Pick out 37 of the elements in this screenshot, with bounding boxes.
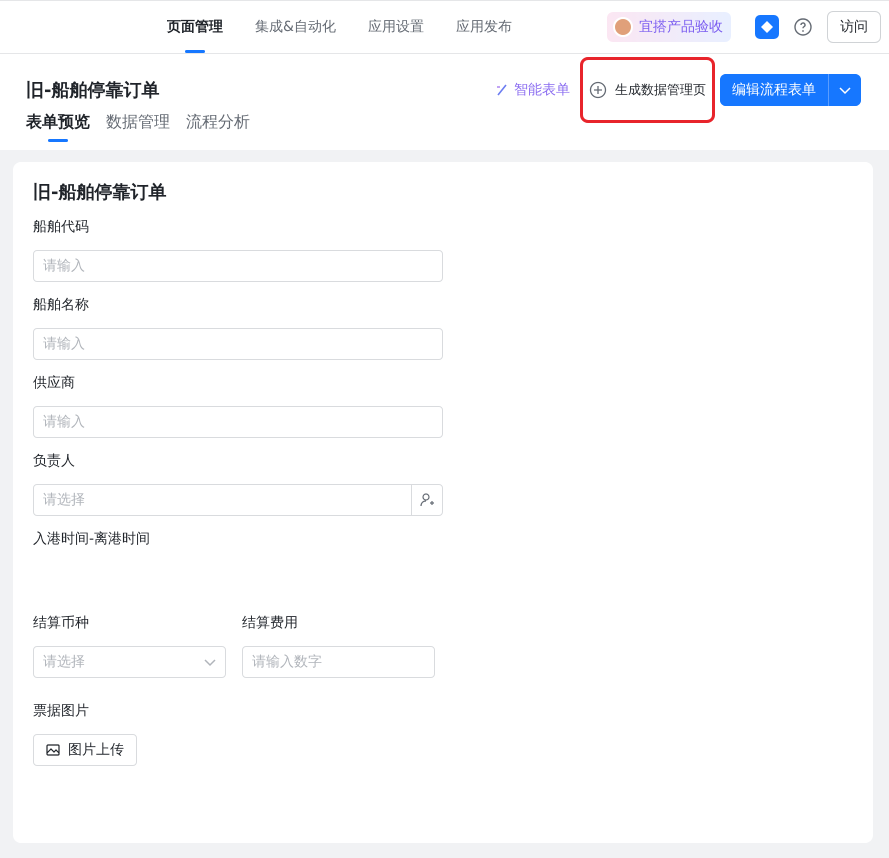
page-tab[interactable]: 表单预览 xyxy=(26,106,90,142)
smart-form-link[interactable]: 智能表单 xyxy=(496,81,570,99)
generate-data-page-button[interactable]: 生成数据管理页 xyxy=(580,57,715,123)
help-icon[interactable] xyxy=(793,17,813,37)
field-label: 结算币种 xyxy=(33,614,90,633)
field-label: 入港时间-离港时间 xyxy=(33,530,152,549)
form-title: 旧-船舶停靠订单 xyxy=(33,181,168,204)
field-label: 票据图片 xyxy=(33,702,90,721)
field-label: 供应商 xyxy=(33,374,76,393)
page-tab[interactable]: 数据管理 xyxy=(106,106,170,142)
field-label: 负责人 xyxy=(33,452,76,471)
upload-button[interactable]: 图片上传 xyxy=(33,734,137,766)
product-badge[interactable]: 宜搭产品验收 xyxy=(607,12,731,42)
page-tab[interactable]: 流程分析 xyxy=(186,106,250,142)
avatar-icon xyxy=(613,17,633,37)
nav-tab[interactable]: 页面管理 xyxy=(167,1,223,53)
badge-text: 宜搭产品验收 xyxy=(639,18,723,36)
field-label: 船舶代码 xyxy=(33,218,90,237)
add-person-icon xyxy=(419,492,435,508)
visit-button[interactable]: 访问 xyxy=(827,11,881,43)
field-label: 船舶名称 xyxy=(33,296,90,315)
select-field[interactable]: 请选择 xyxy=(33,646,226,678)
edit-form-button[interactable]: 编辑流程表单 xyxy=(720,74,829,106)
input-field[interactable]: 请输入 xyxy=(33,328,443,360)
image-icon xyxy=(46,743,60,757)
app-logo-icon[interactable] xyxy=(755,15,779,39)
plus-circle-icon xyxy=(589,81,607,99)
nav-tab[interactable]: 集成&自动化 xyxy=(255,1,336,53)
nav-tab[interactable]: 应用设置 xyxy=(368,1,424,53)
person-select-field[interactable]: 请选择 xyxy=(33,484,443,516)
field-label: 结算费用 xyxy=(242,614,299,633)
page-title: 旧-船舶停靠订单 xyxy=(26,79,160,102)
input-field[interactable]: 请输入 xyxy=(33,406,443,438)
nav-tab[interactable]: 应用发布 xyxy=(456,1,512,53)
number-field[interactable]: 请输入数字 xyxy=(242,646,435,678)
input-field[interactable]: 请输入 xyxy=(33,250,443,282)
wand-icon xyxy=(496,84,508,96)
